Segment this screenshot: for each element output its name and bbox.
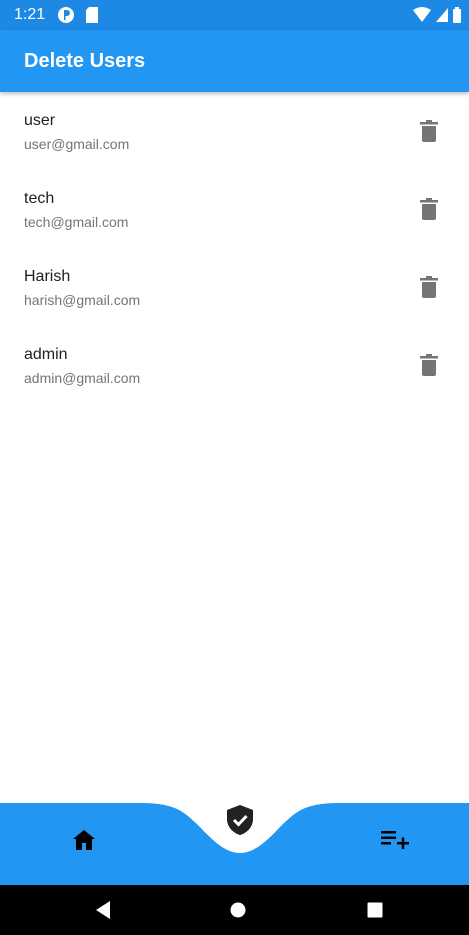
nav-playlist-add-button[interactable] bbox=[373, 818, 417, 862]
user-email: tech@gmail.com bbox=[24, 214, 129, 230]
nav-home-button[interactable] bbox=[62, 818, 106, 862]
list-item: admin admin@gmail.com bbox=[0, 326, 469, 404]
user-name: admin bbox=[24, 346, 68, 363]
status-icons-right bbox=[413, 7, 461, 23]
home-icon bbox=[73, 830, 95, 850]
recents-icon[interactable] bbox=[365, 900, 385, 920]
delete-user-button[interactable] bbox=[414, 194, 444, 224]
status-icons-left bbox=[57, 6, 99, 24]
sd-card-icon bbox=[86, 7, 99, 23]
bottom-navigation-bar bbox=[0, 800, 469, 885]
status-time: 1:21 bbox=[14, 6, 46, 23]
trash-icon bbox=[420, 120, 438, 142]
status-bar: 1:21 bbox=[0, 0, 469, 30]
list-item: tech tech@gmail.com bbox=[0, 170, 469, 248]
wifi-icon bbox=[413, 7, 431, 22]
app-bar: Delete Users bbox=[0, 30, 469, 92]
phone-screen: 1:21 Delete Users user user@gmail.com te… bbox=[0, 0, 469, 935]
user-list: user user@gmail.com tech tech@gmail.com bbox=[0, 92, 469, 404]
system-navigation-bar bbox=[0, 885, 469, 935]
playlist-add-icon bbox=[381, 831, 409, 849]
list-item: user user@gmail.com bbox=[0, 92, 469, 170]
battery-icon bbox=[453, 7, 461, 23]
trash-icon bbox=[420, 198, 438, 220]
user-email: user@gmail.com bbox=[24, 136, 130, 152]
home-circle-icon[interactable] bbox=[228, 900, 248, 920]
cell-signal-icon bbox=[436, 8, 448, 22]
page-title: Delete Users bbox=[24, 49, 146, 72]
user-email: admin@gmail.com bbox=[24, 370, 141, 386]
back-icon[interactable] bbox=[92, 899, 114, 921]
trash-icon bbox=[420, 276, 438, 298]
delete-user-button[interactable] bbox=[414, 116, 444, 146]
app-notification-icon bbox=[58, 7, 75, 23]
verified-icon bbox=[227, 805, 253, 835]
nav-verified-button[interactable] bbox=[218, 800, 262, 840]
user-email: harish@gmail.com bbox=[24, 292, 141, 308]
list-item: Harish harish@gmail.com bbox=[0, 248, 469, 326]
user-name: Harish bbox=[24, 268, 71, 285]
user-name: tech bbox=[24, 190, 55, 207]
user-name: user bbox=[24, 112, 56, 129]
delete-user-button[interactable] bbox=[414, 350, 444, 380]
delete-user-button[interactable] bbox=[414, 272, 444, 302]
trash-icon bbox=[420, 354, 438, 376]
